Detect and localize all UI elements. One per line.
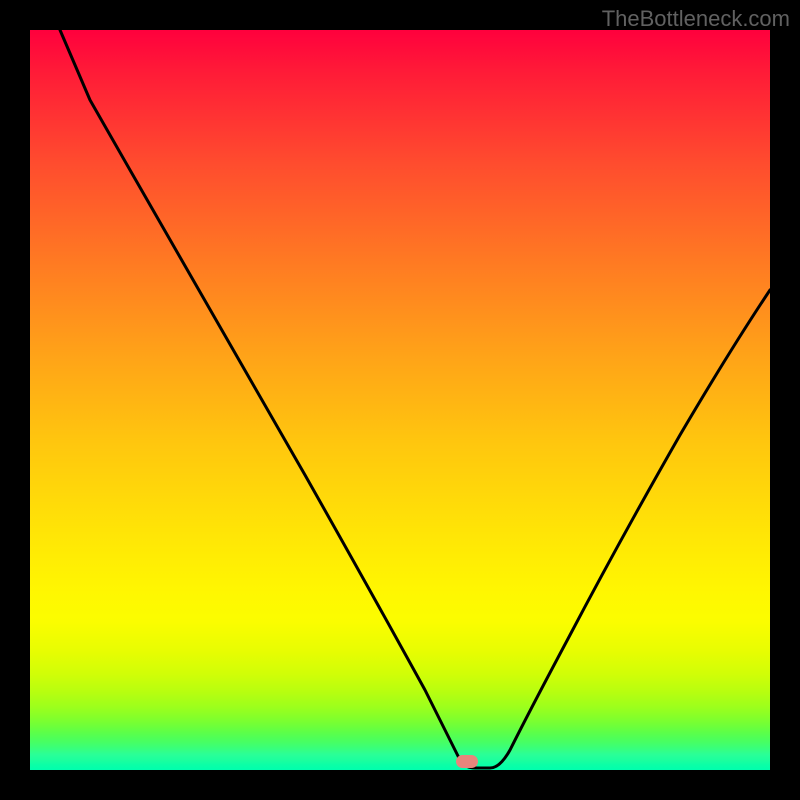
- chart-curve: [30, 30, 770, 770]
- watermark-text: TheBottleneck.com: [602, 6, 790, 32]
- bottleneck-marker: [456, 755, 478, 768]
- curve-path: [60, 30, 770, 768]
